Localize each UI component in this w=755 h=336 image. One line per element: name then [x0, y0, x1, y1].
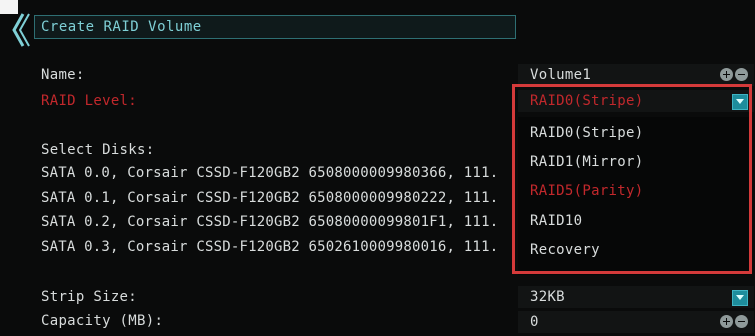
- minus-icon[interactable]: [735, 68, 748, 81]
- page-title: Create RAID Volume: [41, 19, 202, 35]
- disk-item[interactable]: SATA 0.1, Corsair CSSD-F120GB2 650800000…: [41, 190, 498, 206]
- disk-item[interactable]: SATA 0.0, Corsair CSSD-F120GB2 650800000…: [41, 165, 498, 181]
- name-value: Volume1: [530, 67, 592, 83]
- select-disks-label: Select Disks:: [41, 142, 155, 158]
- plus-icon[interactable]: [720, 315, 733, 328]
- name-input[interactable]: Volume1: [518, 64, 754, 86]
- title-bar: Create RAID Volume: [34, 15, 516, 39]
- disk-item[interactable]: SATA 0.3, Corsair CSSD-F120GB2 650261000…: [41, 239, 498, 255]
- capacity-stepper[interactable]: [720, 315, 748, 329]
- raid-level-label: RAID Level:: [41, 93, 138, 109]
- capacity-value: 0: [530, 314, 539, 330]
- strip-size-label: Strip Size:: [41, 289, 138, 305]
- strip-size-value: 32KB: [530, 289, 565, 305]
- dropdown-arrow-icon[interactable]: [732, 290, 748, 306]
- name-stepper[interactable]: [720, 68, 748, 82]
- minus-icon[interactable]: [735, 315, 748, 328]
- capacity-input[interactable]: 0: [518, 311, 754, 333]
- plus-icon[interactable]: [720, 68, 733, 81]
- highlight-box: [512, 84, 752, 274]
- name-label: Name:: [41, 67, 85, 83]
- back-chevron-icon[interactable]: [9, 12, 31, 48]
- capacity-label: Capacity (MB):: [41, 313, 164, 329]
- strip-size-select[interactable]: 32KB: [518, 286, 754, 308]
- disk-item[interactable]: SATA 0.2, Corsair CSSD-F120GB2 650800000…: [41, 214, 498, 230]
